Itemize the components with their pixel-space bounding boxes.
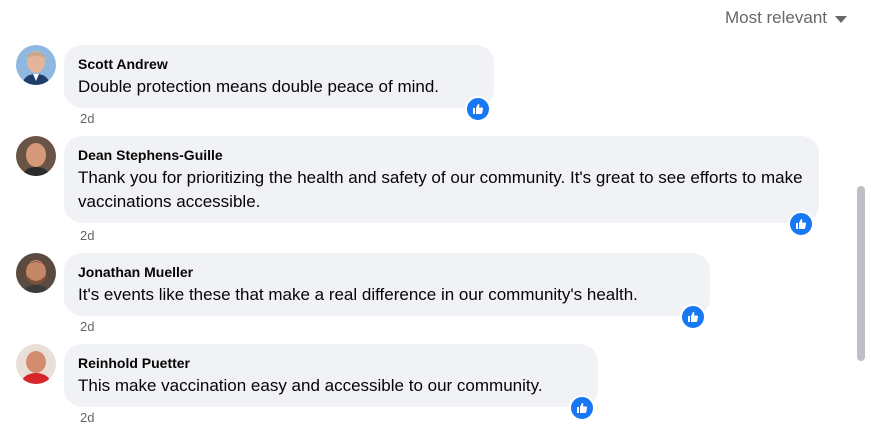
comment-timestamp[interactable]: 2d (80, 319, 94, 334)
comment-bubble: Reinhold Puetter This make vaccination e… (64, 344, 598, 407)
comment-timestamp[interactable]: 2d (80, 228, 94, 243)
avatar[interactable] (16, 253, 56, 293)
sort-label: Most relevant (724, 8, 827, 27)
comment-bubble: Scott Andrew Double protection means dou… (64, 45, 494, 108)
comment-timestamp[interactable]: 2d (80, 410, 94, 425)
avatar[interactable] (16, 344, 56, 384)
like-icon[interactable] (465, 96, 491, 122)
caret-down-icon (835, 15, 847, 23)
comment-bubble: Jonathan Mueller It's events like these … (64, 253, 710, 316)
like-icon[interactable] (788, 211, 814, 237)
comment-text: Thank you for prioritizing the health an… (78, 168, 803, 211)
avatar[interactable] (16, 45, 56, 85)
comment-bubble: Dean Stephens-Guille Thank you for prior… (64, 136, 819, 223)
comment-timestamp[interactable]: 2d (80, 111, 94, 126)
comment-author[interactable]: Scott Andrew (78, 55, 480, 73)
scrollbar-thumb[interactable] (857, 186, 865, 361)
sort-dropdown[interactable]: Most relevant (725, 6, 847, 30)
comment-text: Double protection means double peace of … (78, 77, 440, 96)
like-icon[interactable] (680, 304, 706, 330)
comment-author[interactable]: Jonathan Mueller (78, 263, 696, 281)
comment-text: This make vaccination easy and accessibl… (78, 376, 543, 395)
comment-text: It's events like these that make a real … (78, 285, 638, 304)
comment-author[interactable]: Dean Stephens-Guille (78, 146, 805, 164)
comment-author[interactable]: Reinhold Puetter (78, 354, 584, 372)
avatar[interactable] (16, 136, 56, 176)
like-icon[interactable] (569, 395, 595, 421)
